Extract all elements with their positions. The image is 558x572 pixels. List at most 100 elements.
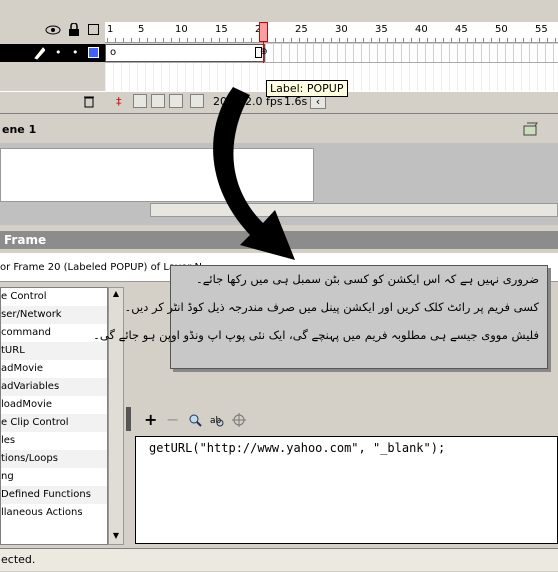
tree-item[interactable]: tURL: [1, 342, 107, 360]
ruler-tick: [523, 38, 524, 42]
ruler-tick: [219, 38, 220, 42]
tree-item[interactable]: les: [1, 432, 107, 450]
panel-splitter[interactable]: [124, 287, 134, 545]
outline-icon[interactable]: [88, 24, 99, 35]
onion-skin-icon[interactable]: [133, 94, 147, 108]
onion-outline-icon[interactable]: [151, 94, 165, 108]
eye-icon[interactable]: [45, 24, 61, 39]
ruler-tick: [339, 38, 340, 42]
ruler-number: 10: [175, 24, 188, 35]
ruler-tick: [283, 38, 284, 42]
ruler-tick: [363, 38, 364, 42]
find-icon[interactable]: [188, 413, 202, 430]
ruler-tick: [387, 38, 388, 42]
ruler-tick: [331, 38, 332, 42]
ruler-tick: [131, 38, 132, 42]
status-text: ected.: [1, 553, 36, 566]
playhead[interactable]: [259, 22, 268, 42]
edit-multiple-icon[interactable]: [169, 94, 183, 108]
ruler-tick: [379, 38, 380, 42]
ruler-tick: [435, 38, 436, 42]
ruler-tick: [395, 38, 396, 42]
tree-item[interactable]: ng: [1, 468, 107, 486]
actions-tree[interactable]: e Control ser/Network command tURL adMovie ad…: [0, 287, 108, 545]
ruler-tick: [555, 38, 556, 42]
keyframe-marker: o: [110, 47, 117, 58]
splitter-handle[interactable]: [126, 407, 131, 431]
ruler-tick: [227, 38, 228, 42]
ruler-number: 30: [335, 24, 348, 35]
ruler-tick: [467, 38, 468, 42]
ruler-number: 5: [138, 24, 145, 35]
ruler-tick: [147, 38, 148, 42]
code-toolbar: + − ab: [140, 410, 558, 434]
ruler-tick: [547, 38, 548, 42]
tree-item[interactable]: ser/Network: [1, 306, 107, 324]
script-editor[interactable]: getURL("http://www.yahoo.com", "_blank")…: [135, 436, 558, 544]
ruler-tick: [483, 38, 484, 42]
keyframe-span[interactable]: o: [105, 44, 265, 62]
ruler-tick: [299, 38, 300, 42]
trash-icon[interactable]: [83, 94, 95, 111]
tree-scrollbar[interactable]: ▲ ▼: [108, 287, 124, 545]
add-action-icon[interactable]: +: [144, 410, 157, 429]
scene-label[interactable]: ene 1: [2, 123, 36, 136]
ruler-tick: [419, 38, 420, 42]
tree-item[interactable]: loadMovie: [1, 396, 107, 414]
label-flag-icon: ⊕: [260, 47, 268, 57]
ruler-tick: [203, 38, 204, 42]
callout-line-2: کسی فریم پر رائٹ کلک کریں اور ایکشن پینل…: [124, 300, 539, 314]
layer-row[interactable]: • •: [0, 44, 105, 62]
center-frame-icon[interactable]: ‡: [116, 95, 122, 108]
ruler-tick: [531, 38, 532, 42]
ruler-tick: [355, 38, 356, 42]
frame-ruler[interactable]: 1510152025303540455055: [105, 22, 558, 43]
ruler-tick: [155, 38, 156, 42]
code-line[interactable]: getURL("http://www.yahoo.com", "_blank")…: [149, 441, 445, 455]
ruler-tick: [411, 38, 412, 42]
ruler-tick: [459, 38, 460, 42]
ruler-number: 1: [107, 24, 114, 35]
scroll-up-icon[interactable]: ▲: [110, 289, 122, 301]
ruler-tick: [315, 38, 316, 42]
scroll-down-icon[interactable]: ▼: [110, 531, 122, 543]
tree-item[interactable]: Defined Functions: [1, 486, 107, 504]
ruler-tick: [195, 38, 196, 42]
ruler-tick: [243, 38, 244, 42]
tree-item[interactable]: tions/Loops: [1, 450, 107, 468]
tree-item[interactable]: command: [1, 324, 107, 342]
svg-text:ab: ab: [210, 416, 222, 426]
status-bar: ected.: [0, 548, 558, 571]
tree-item[interactable]: llaneous Actions: [1, 504, 107, 522]
annotation-arrow: [213, 87, 295, 260]
ruler-tick: [371, 38, 372, 42]
layer-color-swatch[interactable]: [88, 47, 99, 58]
remove-action-icon[interactable]: −: [166, 410, 179, 429]
ruler-tick: [107, 38, 108, 42]
ruler-tick: [235, 38, 236, 42]
ruler-tick: [139, 38, 140, 42]
ruler-number: 40: [415, 24, 428, 35]
edit-scene-icon[interactable]: [523, 122, 543, 139]
ruler-number: 15: [215, 24, 228, 35]
target-path-icon[interactable]: [232, 413, 246, 430]
ruler-tick: [539, 38, 540, 42]
tree-item[interactable]: e Control: [1, 288, 107, 306]
visibility-dot[interactable]: •: [55, 46, 62, 59]
ruler-tick: [163, 38, 164, 42]
ruler-tick: [475, 38, 476, 42]
lock-icon[interactable]: [68, 22, 80, 40]
ruler-tick: [307, 38, 308, 42]
ruler-tick: [123, 38, 124, 42]
ruler-number: 35: [375, 24, 388, 35]
ruler-tick: [499, 38, 500, 42]
ruler-tick: [427, 38, 428, 42]
replace-icon[interactable]: ab: [210, 413, 224, 430]
ruler-tick: [291, 38, 292, 42]
tree-item[interactable]: adVariables: [1, 378, 107, 396]
actions-title-text: Frame: [4, 233, 47, 247]
tree-item[interactable]: adMovie: [1, 360, 107, 378]
lock-dot[interactable]: •: [72, 46, 79, 59]
tree-item[interactable]: e Clip Control: [1, 414, 107, 432]
ruler-tick: [323, 38, 324, 42]
